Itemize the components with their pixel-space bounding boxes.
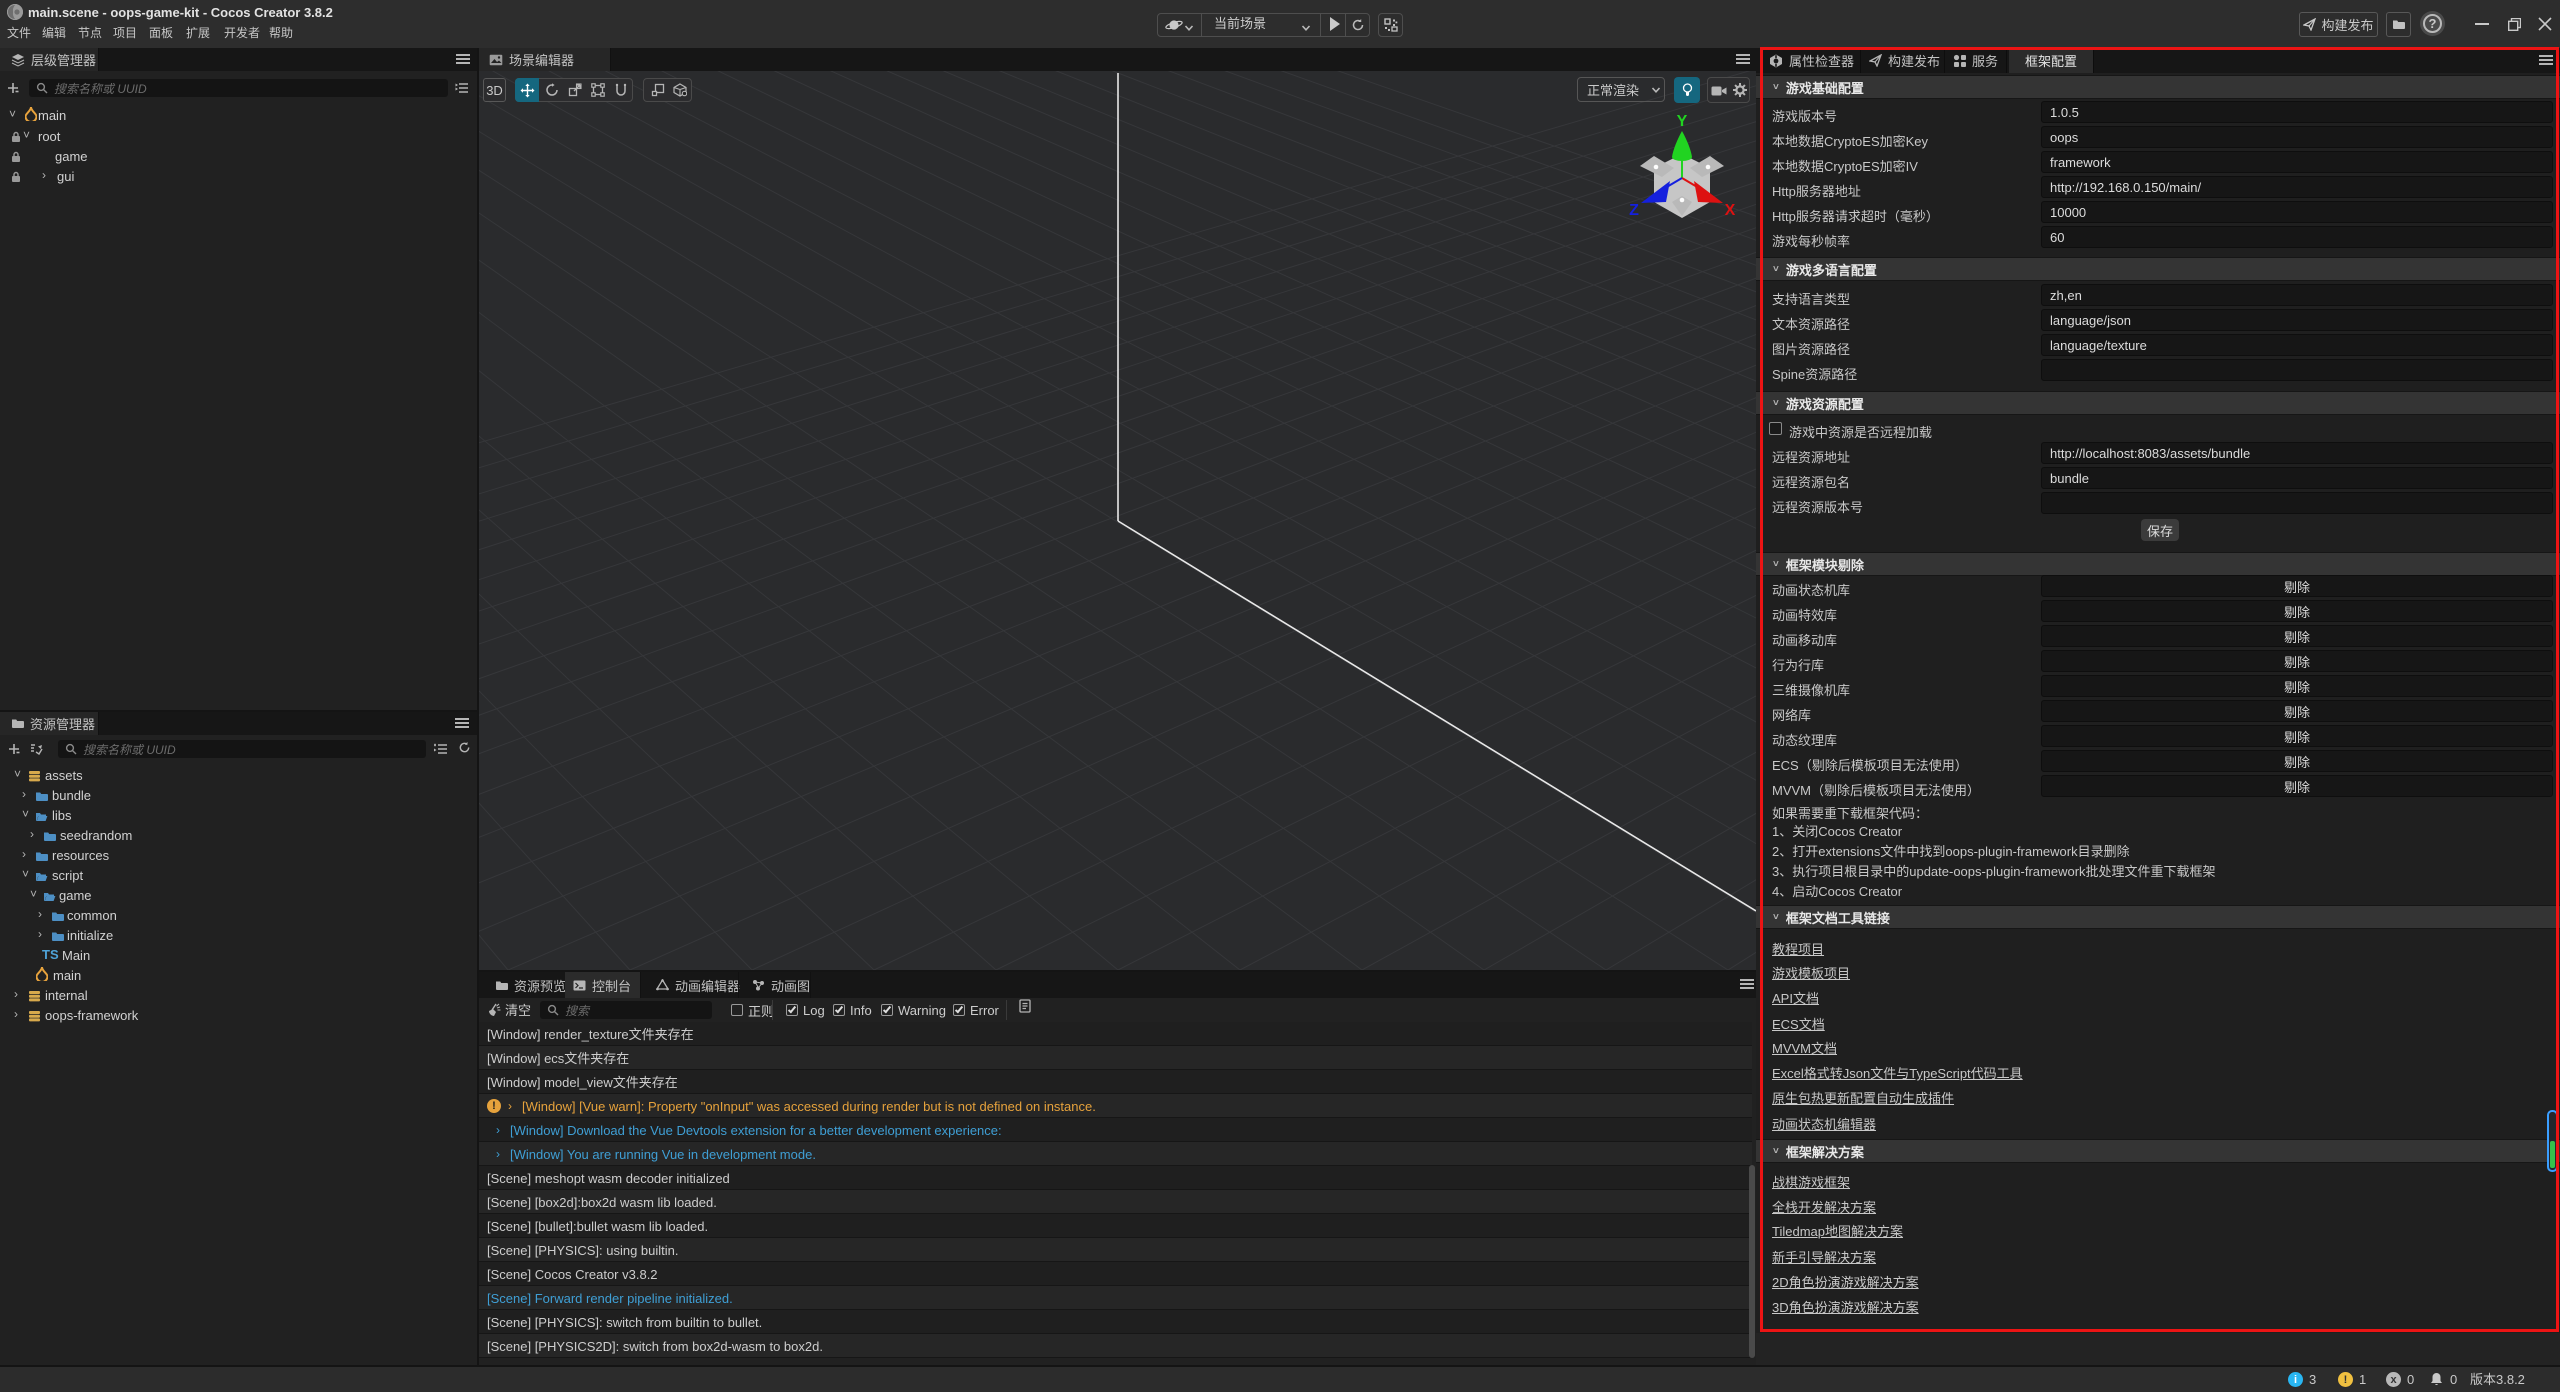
svg-text:Z: Z (1629, 202, 1639, 219)
svg-text:Y: Y (1677, 113, 1688, 130)
svg-text:X: X (1725, 202, 1736, 219)
